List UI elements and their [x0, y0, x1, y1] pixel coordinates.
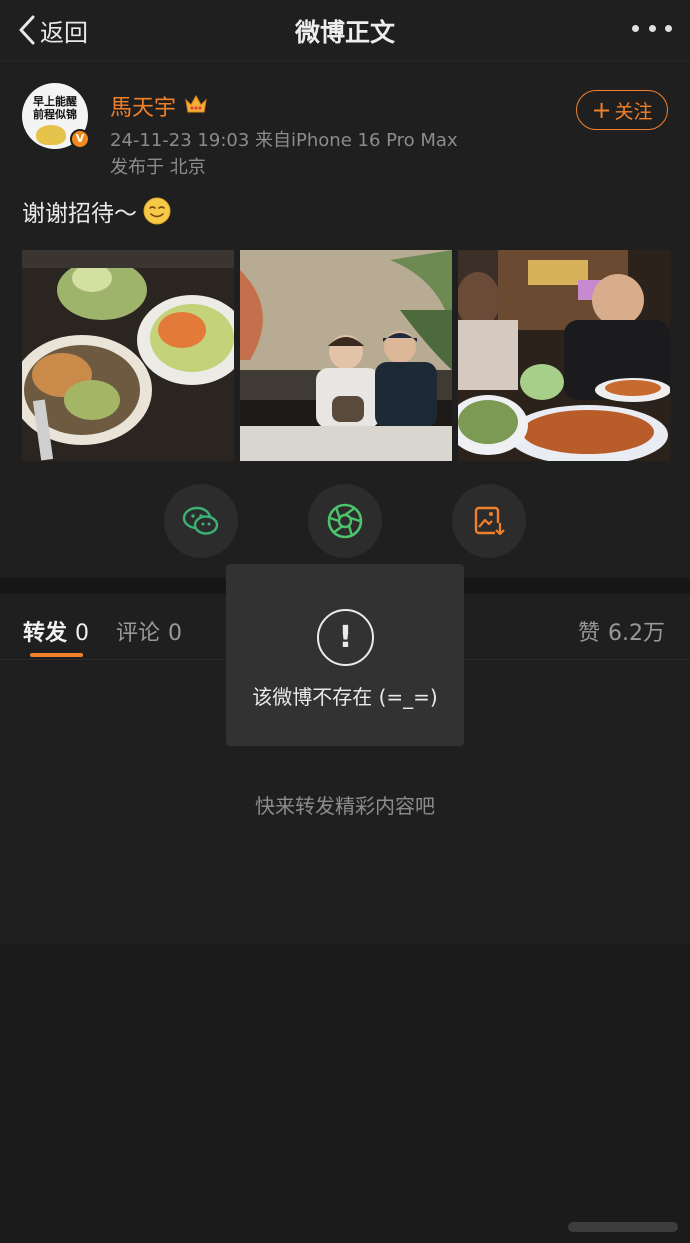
share-moments-button[interactable]: [308, 484, 382, 558]
watermark-icon: [568, 1222, 678, 1232]
post-content: 谢谢招待～: [22, 194, 171, 228]
tab-comment[interactable]: 评论 0: [116, 615, 182, 647]
plus-icon: +: [591, 96, 612, 124]
follow-button[interactable]: + 关注: [576, 90, 668, 130]
tab-like-label: 赞: [577, 621, 600, 646]
avatar-illustration: [36, 125, 66, 145]
save-image-button[interactable]: [452, 484, 526, 558]
moments-icon: [327, 503, 363, 539]
wechat-icon: [182, 506, 219, 535]
smile-emoji-icon: [143, 197, 171, 225]
follow-label: 关注: [614, 100, 653, 123]
post-timestamp-source: 24-11-23 19:03 来自iPhone 16 Pro Max: [110, 130, 458, 151]
share-wechat-button[interactable]: [164, 484, 238, 558]
page-title: 微博正文: [294, 18, 395, 47]
photo-two-people[interactable]: [240, 250, 452, 461]
tab-repost[interactable]: 转发 0: [23, 615, 89, 647]
photo-food-salad[interactable]: [22, 250, 234, 461]
dining-photo-image: [458, 250, 670, 461]
post-card: 早上能醒 前程似锦 V 馬天宇 24-11-23 19:03 来自iPhone …: [0, 63, 690, 578]
more-options-button[interactable]: [632, 18, 672, 38]
tab-repost-count: 0: [75, 621, 90, 646]
save-image-icon: [474, 506, 505, 537]
navigation-bar: 返回 微博正文: [0, 0, 690, 62]
more-dot-icon: [665, 24, 672, 32]
post-location: 发布于 北京: [110, 157, 206, 178]
tab-like[interactable]: 赞 6.2万: [578, 615, 665, 647]
toast-message: 该微博不存在 (=_=): [252, 685, 438, 709]
active-tab-indicator: [30, 653, 83, 657]
more-dot-icon: [632, 24, 639, 32]
crown-icon: [185, 94, 207, 113]
username[interactable]: 馬天宇: [110, 90, 176, 122]
restaurant-photo-image: [240, 250, 452, 461]
more-dot-icon: [648, 24, 656, 32]
empty-hint: 快来转发精彩内容吧: [255, 794, 435, 818]
photo-dining-table[interactable]: [458, 250, 670, 461]
error-toast: ! 该微博不存在 (=_=): [226, 564, 464, 746]
exclamation-icon: !: [317, 609, 374, 666]
verified-badge-icon: V: [70, 129, 90, 149]
tab-comment-count: 0: [168, 621, 183, 646]
photo-grid: [22, 250, 670, 461]
tab-repost-label: 转发: [23, 621, 68, 646]
tab-like-count: 6.2万: [608, 621, 665, 646]
salad-photo-image: [22, 250, 234, 461]
avatar-caption: 早上能醒 前程似锦: [33, 95, 77, 121]
post-text: 谢谢招待～: [22, 201, 137, 227]
tab-comment-label: 评论: [116, 621, 161, 646]
